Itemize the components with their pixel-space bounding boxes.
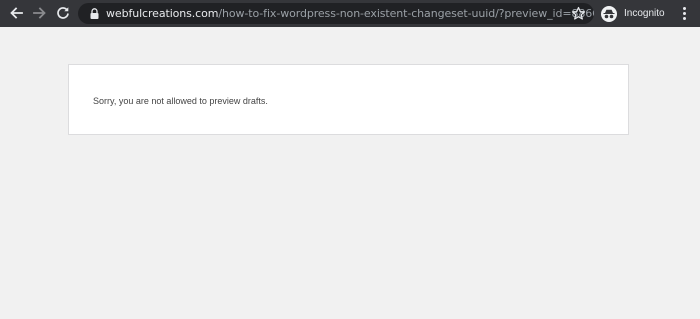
url-host: webfulcreations.com bbox=[106, 7, 219, 20]
menu-dot bbox=[682, 7, 686, 10]
menu-dot bbox=[682, 12, 686, 15]
address-bar[interactable]: webfulcreations.com/how-to-fix-wordpress… bbox=[78, 3, 594, 24]
url-path: /how-to-fix-wordpress-non-existent-chang… bbox=[218, 7, 594, 20]
back-button[interactable] bbox=[4, 1, 28, 25]
incognito-label: Incognito bbox=[624, 8, 665, 19]
error-message-box: Sorry, you are not allowed to preview dr… bbox=[68, 64, 629, 135]
incognito-icon bbox=[601, 5, 617, 22]
page-content: Sorry, you are not allowed to preview dr… bbox=[0, 27, 700, 319]
lock-icon[interactable] bbox=[88, 7, 100, 20]
bookmark-star-button[interactable] bbox=[571, 6, 586, 21]
url-text[interactable]: webfulcreations.com/how-to-fix-wordpress… bbox=[106, 7, 594, 20]
browser-toolbar: webfulcreations.com/how-to-fix-wordpress… bbox=[0, 0, 700, 27]
incognito-profile-button[interactable]: Incognito bbox=[601, 3, 665, 24]
menu-dot bbox=[682, 17, 686, 20]
back-arrow-icon bbox=[10, 7, 23, 19]
forward-arrow-icon bbox=[33, 7, 46, 19]
error-message: Sorry, you are not allowed to preview dr… bbox=[93, 96, 268, 106]
star-icon bbox=[571, 6, 586, 20]
reload-button[interactable] bbox=[51, 1, 75, 25]
reload-icon bbox=[57, 7, 69, 19]
forward-button[interactable] bbox=[28, 1, 52, 25]
kebab-menu-icon[interactable] bbox=[676, 5, 692, 22]
